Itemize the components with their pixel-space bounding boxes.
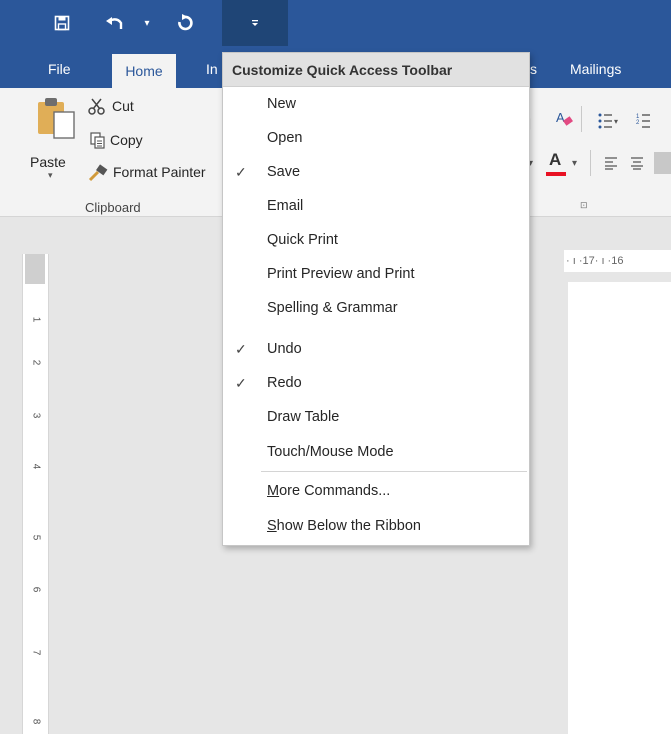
undo-qat-button[interactable] bbox=[100, 0, 130, 46]
menu-item-draw-table[interactable]: Draw Table bbox=[223, 400, 529, 434]
undo-icon bbox=[106, 17, 123, 29]
copy-label: Copy bbox=[110, 132, 143, 148]
menu-item-email[interactable]: Email bbox=[223, 189, 529, 223]
ruler-number: 2 bbox=[30, 359, 42, 366]
customize-qat-menu: Customize Quick Access Toolbar New Open … bbox=[222, 52, 530, 546]
menu-item-label: Spelling & Grammar bbox=[267, 300, 398, 316]
menu-item-new[interactable]: New bbox=[223, 87, 529, 121]
vertical-ruler: 1 2 3 4 5 6 7 8 bbox=[22, 254, 49, 734]
numbering-icon[interactable]: 12 bbox=[636, 112, 658, 130]
menu-item-touch-mouse-mode[interactable]: Touch/Mouse Mode bbox=[223, 435, 529, 469]
menu-item-label: Redo bbox=[267, 375, 302, 391]
ruler-number: 5 bbox=[30, 534, 42, 541]
font-color-button[interactable]: A bbox=[545, 150, 567, 176]
align-right-button[interactable] bbox=[654, 152, 671, 174]
access-key: S bbox=[267, 518, 277, 534]
format-painter-label: Format Painter bbox=[113, 164, 206, 180]
tab-home[interactable]: Home bbox=[112, 54, 176, 88]
menu-item-label: Save bbox=[267, 164, 301, 180]
access-key: M bbox=[267, 483, 280, 499]
menu-item-open[interactable]: Open bbox=[223, 121, 529, 155]
ruler-number: 8 bbox=[30, 718, 42, 725]
undo-dropdown-button[interactable]: ▾ bbox=[140, 0, 154, 46]
ruler-number: 3 bbox=[30, 412, 42, 419]
menu-item-label: Quick Print bbox=[267, 232, 338, 248]
customize-qat-button[interactable] bbox=[222, 0, 288, 46]
menu-item-undo[interactable]: ✓ Undo bbox=[223, 332, 529, 366]
menu-item-print-preview[interactable]: Print Preview and Print bbox=[223, 257, 529, 291]
align-center-icon[interactable] bbox=[630, 156, 644, 170]
font-color-icon: A bbox=[549, 150, 562, 169]
align-left-icon[interactable] bbox=[604, 156, 618, 170]
ruler-number: 7 bbox=[30, 649, 42, 656]
chevron-down-icon: ▾ bbox=[48, 170, 53, 180]
show-below-text: how Below the Ribbon bbox=[276, 518, 421, 534]
tab-insert[interactable]: In bbox=[200, 46, 224, 88]
ribbon-separator bbox=[581, 106, 582, 132]
svg-text:▾: ▾ bbox=[614, 117, 618, 126]
document-page[interactable] bbox=[568, 282, 671, 734]
menu-item-more-commands[interactable]: More Commands... bbox=[223, 474, 529, 508]
copy-icon bbox=[90, 132, 105, 149]
tab-mailings[interactable]: Mailings bbox=[564, 46, 627, 88]
menu-item-label: More Commands... bbox=[267, 474, 390, 508]
clipboard-group-label: Clipboard bbox=[85, 200, 141, 215]
paste-icon bbox=[38, 98, 75, 139]
redo-icon bbox=[178, 14, 193, 31]
checkmark-icon: ✓ bbox=[235, 164, 247, 180]
chevron-down-icon: ▾ bbox=[144, 17, 150, 29]
cut-label: Cut bbox=[112, 98, 134, 114]
menu-item-label: Email bbox=[267, 198, 304, 214]
tab-file[interactable]: File bbox=[42, 46, 77, 88]
menu-item-label: Show Below the Ribbon bbox=[267, 509, 421, 543]
menu-item-label: Undo bbox=[267, 341, 302, 357]
menu-item-label: Draw Table bbox=[267, 409, 340, 425]
ruler-number: 1 bbox=[30, 316, 42, 323]
save-qat-button[interactable] bbox=[44, 0, 80, 46]
bullets-icon[interactable]: ▾ bbox=[598, 112, 620, 130]
svg-text:2: 2 bbox=[636, 120, 640, 126]
menu-item-label: Open bbox=[267, 130, 303, 146]
clear-formatting-icon[interactable]: A bbox=[555, 108, 573, 130]
ribbon-separator bbox=[590, 150, 591, 176]
paste-button[interactable]: Paste ▾ bbox=[30, 94, 80, 180]
menu-item-quick-print[interactable]: Quick Print bbox=[223, 223, 529, 257]
ruler-margin bbox=[25, 254, 45, 284]
title-bar: ▾ bbox=[0, 0, 671, 46]
menu-item-label: Touch/Mouse Mode bbox=[267, 444, 394, 460]
svg-text:A: A bbox=[556, 110, 565, 125]
ruler-number: 6 bbox=[30, 586, 42, 593]
format-painter-icon bbox=[88, 164, 108, 182]
menu-item-spelling-grammar[interactable]: Spelling & Grammar bbox=[223, 291, 529, 325]
customize-qat-icon bbox=[252, 20, 258, 26]
menu-separator bbox=[261, 471, 527, 472]
menu-item-save[interactable]: ✓ Save bbox=[223, 155, 529, 189]
scissors-icon bbox=[88, 98, 105, 115]
redo-qat-button[interactable] bbox=[170, 0, 200, 46]
checkmark-icon: ✓ bbox=[235, 341, 247, 357]
menu-title: Customize Quick Access Toolbar bbox=[223, 53, 529, 87]
menu-item-redo[interactable]: ✓ Redo bbox=[223, 366, 529, 400]
font-color-swatch bbox=[546, 172, 566, 176]
menu-item-label: New bbox=[267, 96, 297, 112]
paste-label: Paste bbox=[30, 154, 66, 170]
horizontal-ruler: · ı ·17· ı ·16 bbox=[564, 250, 671, 272]
checkmark-icon: ✓ bbox=[235, 375, 247, 391]
save-icon bbox=[54, 15, 70, 31]
ruler-number: 4 bbox=[30, 463, 42, 470]
font-dialog-launcher-icon[interactable]: ⊡ bbox=[580, 200, 588, 211]
more-commands-text: ore Commands... bbox=[279, 483, 391, 499]
chevron-down-icon[interactable]: ▾ bbox=[572, 158, 577, 169]
menu-item-label: Print Preview and Print bbox=[267, 266, 415, 282]
menu-item-show-below-ribbon[interactable]: Show Below the Ribbon bbox=[223, 509, 529, 543]
